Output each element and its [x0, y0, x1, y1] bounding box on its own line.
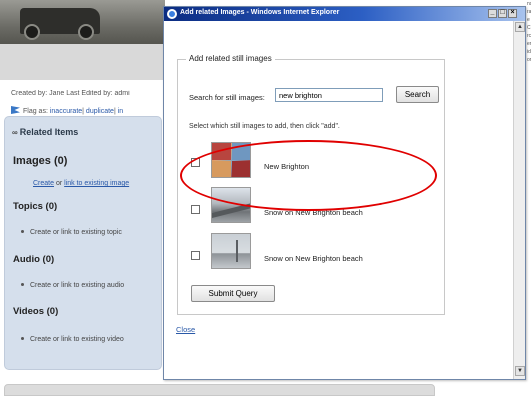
- images-actions: Create or link to existing image: [33, 180, 129, 187]
- window-titlebar[interactable]: Add related Images - Windows Internet Ex…: [164, 7, 525, 21]
- bullet-icon: [21, 230, 24, 233]
- link-chain-icon: ∞: [12, 128, 18, 137]
- search-input[interactable]: [275, 88, 383, 102]
- audio-item-label: Create or link to existing audio: [30, 282, 125, 289]
- flag-duplicate-link[interactable]: duplicate: [86, 108, 114, 115]
- wheel-shape: [24, 24, 40, 40]
- side-fragment: org: [527, 57, 531, 63]
- link-existing-image-link[interactable]: link to existing image: [64, 180, 129, 187]
- photo-caption-band: [0, 44, 165, 80]
- side-fragment: ervi: [527, 41, 531, 47]
- vintage-car-photo: [0, 0, 165, 44]
- audio-section-title: Audio (0): [13, 254, 55, 265]
- topics-item-label: Create or link to existing topic: [30, 229, 122, 236]
- side-fragment: e C: [527, 17, 531, 31]
- created-by-text: Created by: Jane Last Edited by: admi: [11, 90, 130, 97]
- internet-explorer-icon: [167, 9, 177, 19]
- videos-section-title: Videos (0): [13, 306, 59, 317]
- create-image-link[interactable]: Create: [33, 180, 54, 187]
- image-label: Snow on New Brighton beach: [264, 254, 363, 263]
- flag-as-label: Flag as:: [23, 108, 48, 115]
- scroll-down-arrow-icon[interactable]: ▼: [515, 366, 525, 376]
- instructions-text: Select which still images to add, then c…: [189, 123, 340, 130]
- vertical-scrollbar[interactable]: ▲ ▼: [513, 21, 525, 379]
- image-checkbox[interactable]: [191, 205, 200, 214]
- side-fragment: rad: [527, 9, 531, 15]
- side-fragment: ns: [527, 1, 531, 7]
- screen: Created by: Jane Last Edited by: admi Fl…: [0, 0, 531, 396]
- image-thumbnail: [211, 233, 251, 269]
- related-items-heading: ∞ Related Items: [12, 127, 78, 137]
- scroll-up-arrow-icon[interactable]: ▲: [515, 22, 525, 32]
- background-right-text: ns rad e C rch ervi ide org: [527, 0, 531, 64]
- submit-query-button[interactable]: Submit Query: [191, 285, 275, 302]
- side-fragment: rch: [527, 33, 531, 39]
- side-fragment: ide: [527, 49, 531, 55]
- window-title: Add related Images - Windows Internet Ex…: [180, 9, 340, 16]
- audio-item[interactable]: Create or link to existing audio: [21, 282, 124, 289]
- maximize-button[interactable]: □: [498, 9, 507, 18]
- or-text: or: [55, 180, 63, 187]
- bullet-icon: [21, 337, 24, 340]
- bullet-icon: [21, 283, 24, 286]
- highlight-ellipse: [180, 140, 437, 211]
- images-section-title: Images (0): [13, 155, 68, 167]
- close-window-button[interactable]: ×: [508, 9, 517, 18]
- wheel-shape: [78, 24, 94, 40]
- related-items-panel: ∞ Related Items Images (0) Create or link…: [4, 116, 162, 370]
- flag-as-row: Flag as: inaccurate| duplicate| in: [11, 106, 161, 115]
- related-items-title: Related Items: [19, 127, 79, 137]
- topics-item[interactable]: Create or link to existing topic: [21, 229, 122, 236]
- image-checkbox[interactable]: [191, 251, 200, 260]
- bottom-panel-edge: [4, 384, 435, 396]
- pole-shape: [236, 240, 238, 262]
- close-link[interactable]: Close: [176, 325, 195, 334]
- image-row: Snow on New Brighton beach: [191, 233, 431, 273]
- videos-item[interactable]: Create or link to existing video: [21, 336, 124, 343]
- search-button[interactable]: Search: [396, 86, 439, 103]
- fieldset-legend: Add related still images: [186, 54, 275, 63]
- search-label: Search for still images:: [189, 93, 265, 102]
- flag-icon: [11, 106, 20, 114]
- topics-section-title: Topics (0): [13, 201, 58, 212]
- minimize-button[interactable]: _: [488, 9, 497, 18]
- flag-other-link[interactable]: in: [118, 108, 123, 115]
- videos-item-label: Create or link to existing video: [30, 336, 124, 343]
- flag-inaccurate-link[interactable]: inaccurate: [50, 108, 82, 115]
